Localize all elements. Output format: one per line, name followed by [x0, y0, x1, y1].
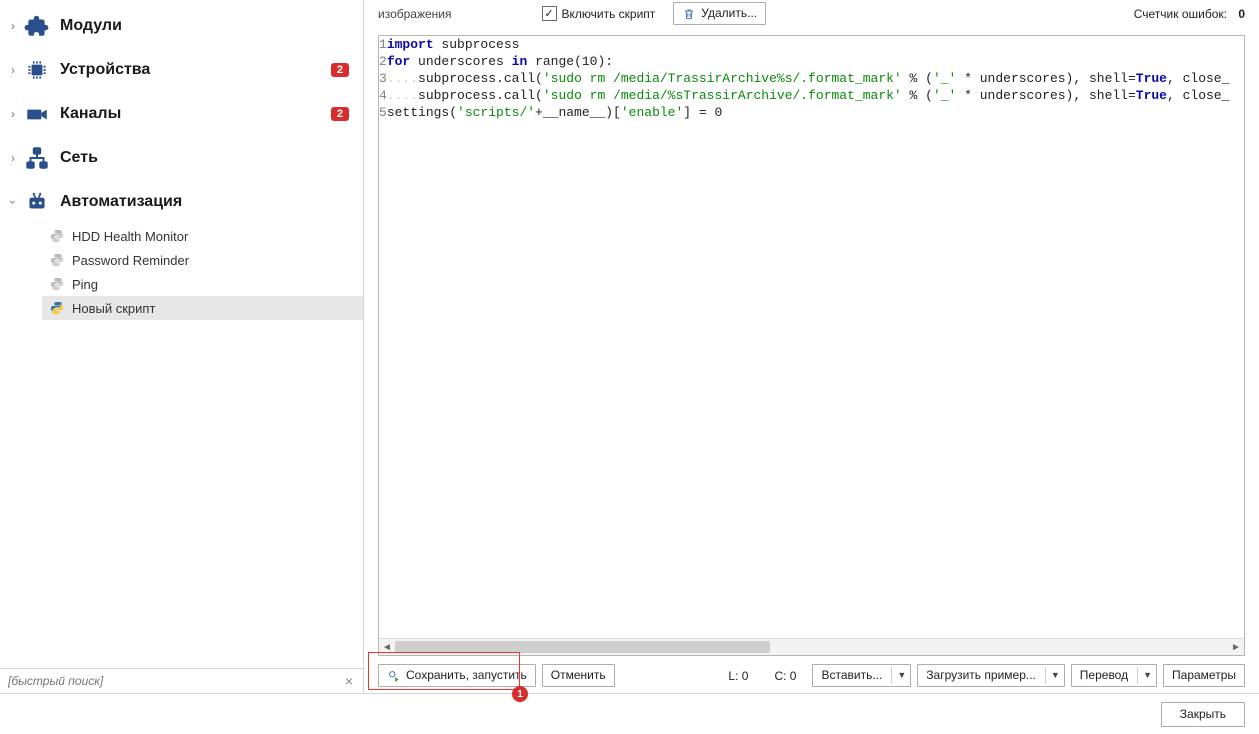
chevron-down-icon: ▼ — [1137, 667, 1152, 684]
error-counter: Счетчик ошибок: 0 — [1134, 7, 1245, 21]
script-item[interactable]: Ping — [42, 272, 363, 296]
badge: 2 — [331, 107, 349, 121]
script-label: Password Reminder — [72, 253, 189, 268]
script-item[interactable]: Password Reminder — [42, 248, 363, 272]
chevron-right-icon: › — [4, 19, 22, 33]
scroll-right-icon[interactable]: ► — [1228, 639, 1244, 655]
close-button[interactable]: Закрыть — [1161, 702, 1245, 727]
sidebar-item-label: Сеть — [60, 149, 355, 167]
delete-label: Удалить... — [701, 5, 757, 22]
load-example-button[interactable]: Загрузить пример... ▼ — [917, 664, 1065, 687]
sidebar-item-modules[interactable]: › Модули — [0, 4, 363, 48]
sidebar-item-label: Автоматизация — [60, 193, 355, 211]
checkbox-icon: ✓ — [542, 6, 557, 21]
script-label: Ping — [72, 277, 98, 292]
horizontal-scrollbar[interactable]: ◄ ► — [379, 638, 1244, 655]
chevron-down-icon: › — [6, 193, 20, 211]
sidebar: › Модули › Устройства 2 › Каналы — [0, 0, 364, 693]
trash-icon — [682, 7, 696, 21]
sidebar-item-automation[interactable]: › Автоматизация — [0, 180, 363, 224]
network-icon — [22, 143, 52, 173]
nav-tree: › Модули › Устройства 2 › Каналы — [0, 0, 363, 668]
cancel-button[interactable]: Отменить — [542, 664, 615, 687]
parameters-label: Параметры — [1172, 667, 1236, 684]
cursor-col: C: 0 — [774, 669, 796, 683]
sidebar-item-devices[interactable]: › Устройства 2 — [0, 48, 363, 92]
badge: 2 — [331, 63, 349, 77]
clear-search-icon[interactable]: × — [339, 673, 359, 689]
gear-run-icon — [387, 669, 401, 683]
chevron-down-icon: ▼ — [1045, 667, 1060, 684]
save-run-label: Сохранить, запустить — [406, 667, 527, 684]
chevron-right-icon: › — [4, 63, 22, 77]
chevron-right-icon: › — [4, 107, 22, 121]
search-input[interactable] — [4, 672, 339, 690]
delete-button[interactable]: Удалить... — [673, 2, 766, 25]
python-icon — [48, 275, 66, 293]
sidebar-item-label: Каналы — [60, 105, 331, 123]
insert-button[interactable]: Вставить... ▼ — [812, 664, 911, 687]
save-run-button[interactable]: Сохранить, запустить — [378, 664, 536, 687]
top-toolbar: изображения ✓ Включить скрипт Удалить...… — [364, 0, 1259, 35]
parameters-button[interactable]: Параметры — [1163, 664, 1245, 687]
chip-icon — [22, 55, 52, 85]
sidebar-item-channels[interactable]: › Каналы 2 — [0, 92, 363, 136]
script-label: Новый скрипт — [72, 301, 155, 316]
translate-label: Перевод — [1080, 667, 1128, 684]
bottom-toolbar: 1 Сохранить, запустить Отменить L: 0 C: … — [364, 656, 1259, 693]
puzzle-icon — [22, 11, 52, 41]
enable-script-checkbox[interactable]: ✓ Включить скрипт — [542, 6, 656, 21]
automation-children: HDD Health Monitor Password Reminder Pin… — [0, 224, 363, 320]
search-row: × — [0, 668, 363, 693]
robot-icon — [22, 187, 52, 217]
sidebar-item-label: Модули — [60, 17, 355, 35]
chevron-right-icon: › — [4, 151, 22, 165]
cursor-line: L: 0 — [728, 669, 748, 683]
sidebar-item-label: Устройства — [60, 61, 331, 79]
python-icon — [48, 299, 66, 317]
code-editor[interactable]: 1import subprocess2for underscores in ra… — [378, 35, 1245, 656]
caption-label: изображения — [378, 7, 452, 21]
script-item[interactable]: HDD Health Monitor — [42, 224, 363, 248]
script-label: HDD Health Monitor — [72, 229, 188, 244]
load-example-label: Загрузить пример... — [926, 667, 1036, 684]
python-icon — [48, 227, 66, 245]
insert-label: Вставить... — [821, 667, 882, 684]
chevron-down-icon: ▼ — [891, 667, 906, 684]
enable-script-label: Включить скрипт — [562, 7, 656, 21]
python-icon — [48, 251, 66, 269]
script-item-selected[interactable]: Новый скрипт — [42, 296, 363, 320]
sidebar-item-network[interactable]: › Сеть — [0, 136, 363, 180]
camera-icon — [22, 99, 52, 129]
cancel-label: Отменить — [551, 667, 606, 684]
close-label: Закрыть — [1180, 706, 1226, 723]
main-panel: изображения ✓ Включить скрипт Удалить...… — [364, 0, 1259, 693]
translate-button[interactable]: Перевод ▼ — [1071, 664, 1157, 687]
scroll-left-icon[interactable]: ◄ — [379, 639, 395, 655]
footer: Закрыть — [0, 693, 1259, 734]
